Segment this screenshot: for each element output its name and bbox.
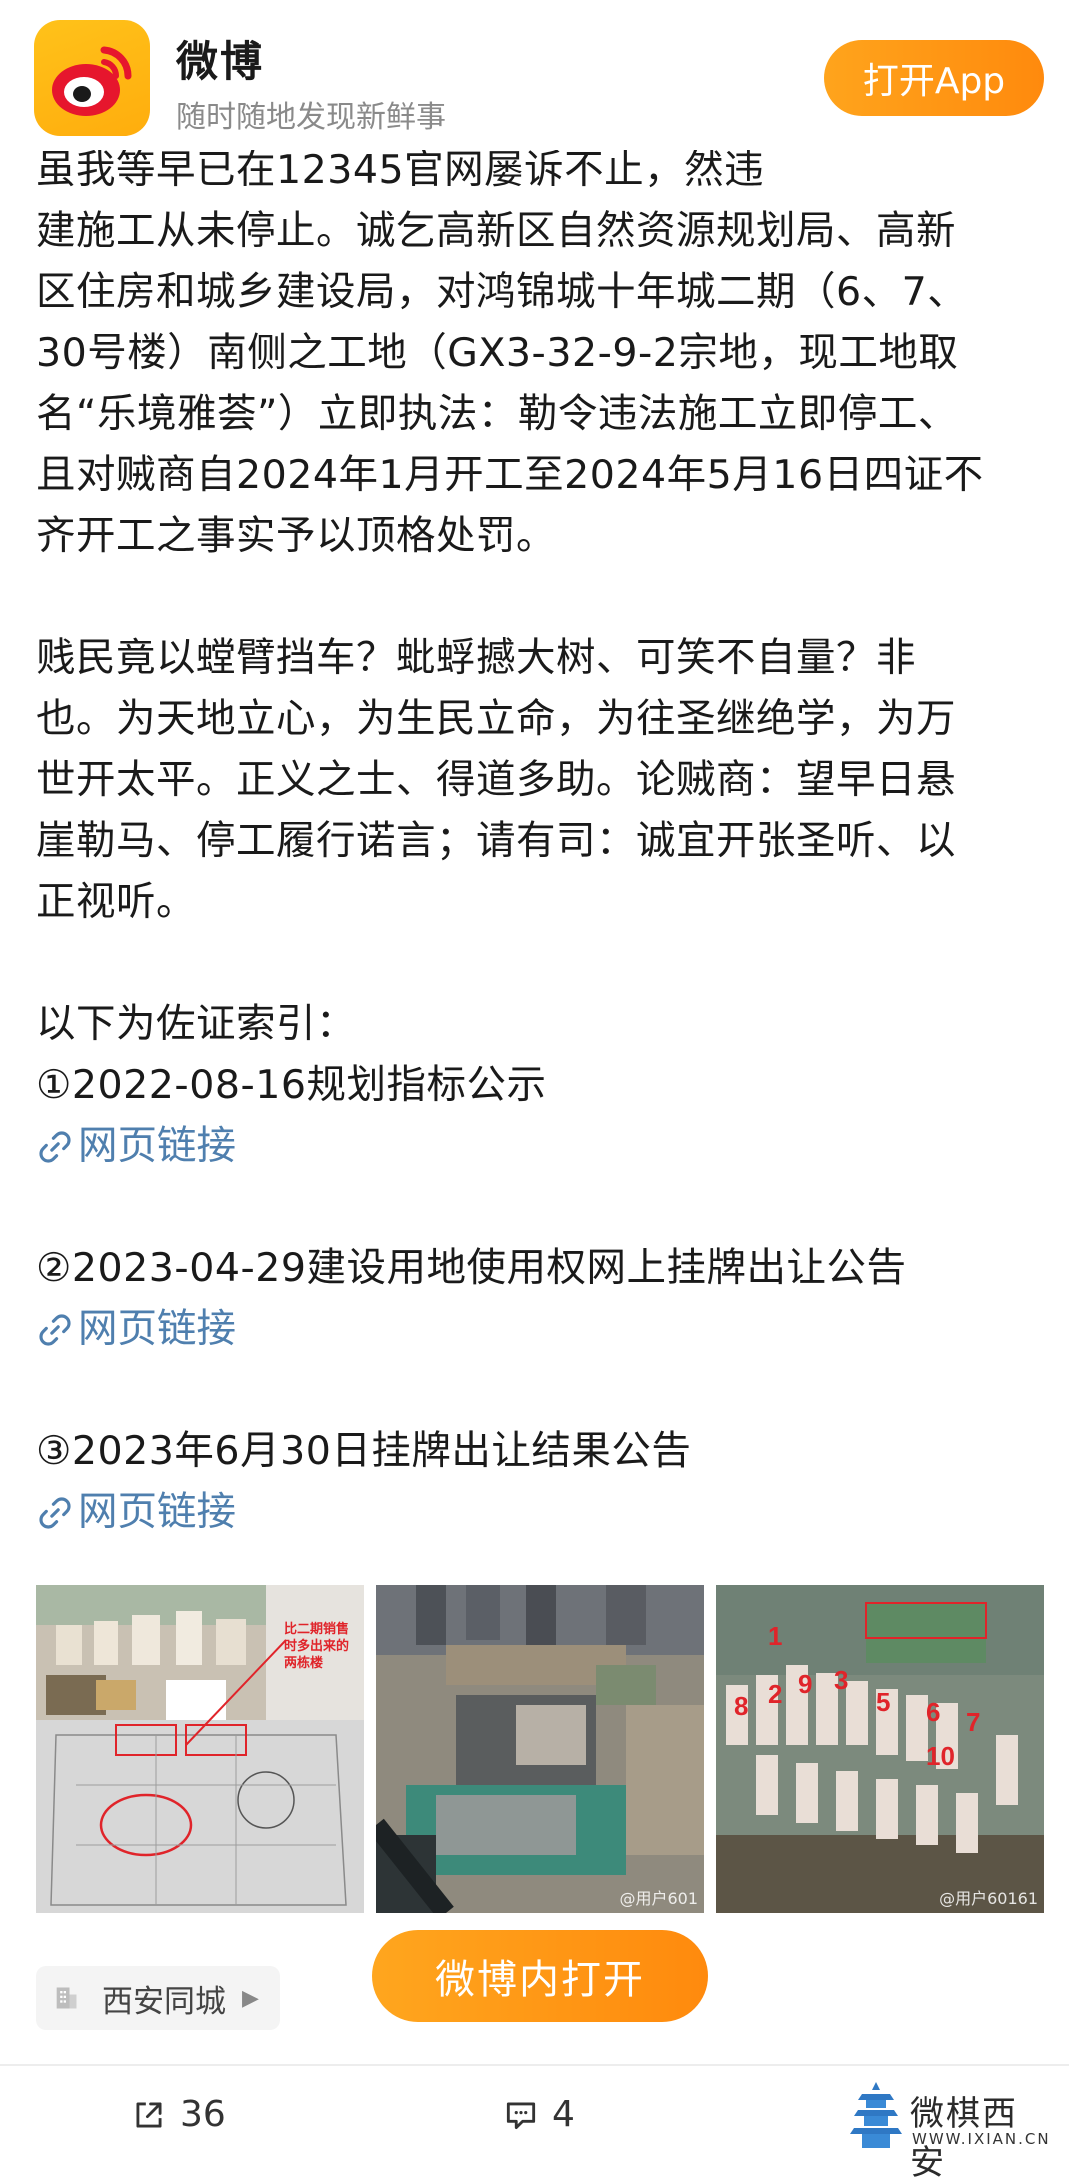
evidence-title: ①2022-08-16规划指标公示 <box>36 1062 547 1108</box>
link-label[interactable]: 网页链接 <box>78 1482 236 1543</box>
text-line: 崖勒马、停工履行诺言；请有司：诚宜开张圣听、以 <box>36 818 956 864</box>
svg-text:10: 10 <box>926 1741 955 1771</box>
svg-text:9: 9 <box>798 1669 812 1699</box>
link-icon <box>39 1130 71 1163</box>
svg-text:6: 6 <box>926 1697 940 1727</box>
text-line: 齐开工之事实予以顶格处罚。 <box>36 513 556 559</box>
image-watermark: @用户60161 <box>939 1889 1038 1908</box>
text-line: 世开太平。正义之士、得道多助。论贼商：望早日悬 <box>36 757 956 803</box>
location-label: 西安同城 <box>102 1983 226 2020</box>
location-tag[interactable]: 西安同城 ▶ <box>36 1966 280 2030</box>
app-slogan: 随时随地发现新鲜事 <box>176 100 446 135</box>
web-link[interactable]: 网页链接 <box>36 1299 1036 1360</box>
svg-text:3: 3 <box>834 1665 848 1695</box>
image-thumbnail-plan[interactable]: 比二期销售时多出来的两栋楼 <box>36 1585 364 1913</box>
svg-text:8: 8 <box>734 1691 748 1721</box>
image-thumbnail-render[interactable]: 1 82 935 6 7 10 @用户60161 <box>716 1585 1044 1913</box>
share-icon <box>136 2101 162 2128</box>
comment-button[interactable]: 4 <box>502 2094 575 2135</box>
text-line: 名“乐境雅荟”）立即执法：勒令违法施工立即停工、 <box>36 391 958 437</box>
pagoda-logo-icon <box>850 2082 902 2148</box>
web-link[interactable]: 网页链接 <box>36 1116 1036 1177</box>
link-label[interactable]: 网页链接 <box>78 1299 236 1360</box>
evidence-title: ②2023-04-29建设用地使用权网上挂牌出让公告 <box>36 1245 907 1291</box>
comment-icon <box>506 2101 536 2129</box>
evidence-title: ③2023年6月30日挂牌出让结果公告 <box>36 1428 692 1474</box>
post-paragraph: 虽我等早已在12345官网屡诉不止，然违 建施工从未停止。诚乞高新区自然资源规划… <box>36 140 1036 567</box>
repost-button[interactable]: 36 <box>130 2094 226 2135</box>
post-content: 虽我等早已在12345官网屡诉不止，然违 建施工从未停止。诚乞高新区自然资源规划… <box>36 140 1036 1543</box>
repost-count: 36 <box>180 2094 226 2135</box>
text-line: 且对贼商自2024年1月开工至2024年5月16日四证不 <box>36 452 984 498</box>
site-watermark: 微棋西安 WWW.IXIAN.CN <box>850 2080 1051 2177</box>
svg-text:1: 1 <box>768 1621 782 1651</box>
evidence-intro: 以下为佐证索引： <box>36 1001 356 1047</box>
image-watermark: @用户601 <box>619 1889 698 1908</box>
chevron-right-icon: ▶ <box>242 1985 259 2011</box>
svg-text:2: 2 <box>768 1679 782 1709</box>
comment-count: 4 <box>552 2094 575 2135</box>
action-bar: 36 4 微棋西安 WWW.IXIAN.CN <box>0 2066 1069 2177</box>
building-icon <box>56 1987 77 2009</box>
text-line: 区住房和城乡建设局，对鸿锦城十年城二期（6、7、 <box>36 269 968 315</box>
svg-text:7: 7 <box>966 1707 980 1737</box>
app-name: 微博 <box>176 37 265 86</box>
app-banner: 微博 随时随地发现新鲜事 打开App <box>0 0 1069 150</box>
link-label[interactable]: 网页链接 <box>78 1116 236 1177</box>
text-line: 也。为天地立心，为生民立命，为往圣继绝学，为万 <box>36 696 956 742</box>
open-app-button[interactable]: 打开App <box>824 40 1044 116</box>
image-grid: 比二期销售时多出来的两栋楼 @用户601 1 8 2 9 3 5 6 7 10 … <box>36 1585 1046 1913</box>
link-icon <box>39 1496 71 1529</box>
post-paragraph: 贱民竟以螳臂挡车？蚍蜉撼大树、可笑不自量？非 也。为天地立心，为生民立命，为往圣… <box>36 628 1036 933</box>
image-note: 比二期销售时多出来的两栋楼 <box>284 1622 350 1671</box>
svg-text:5: 5 <box>876 1687 890 1717</box>
watermark-url: WWW.IXIAN.CN <box>912 2130 1051 2148</box>
text-line: 贱民竟以螳臂挡车？蚍蜉撼大树、可笑不自量？非 <box>36 635 916 681</box>
image-thumbnail-site[interactable]: @用户601 <box>376 1585 704 1913</box>
text-line: 正视听。 <box>36 879 196 925</box>
open-in-weibo-button[interactable]: 微博内打开 <box>372 1930 708 2022</box>
weibo-logo-icon <box>34 20 150 136</box>
text-line: 30号楼）南侧之工地（GX3-32-9-2宗地，现工地取 <box>36 330 959 376</box>
web-link[interactable]: 网页链接 <box>36 1482 1036 1543</box>
text-line: 建施工从未停止。诚乞高新区自然资源规划局、高新 <box>36 208 956 254</box>
link-icon <box>39 1313 71 1346</box>
